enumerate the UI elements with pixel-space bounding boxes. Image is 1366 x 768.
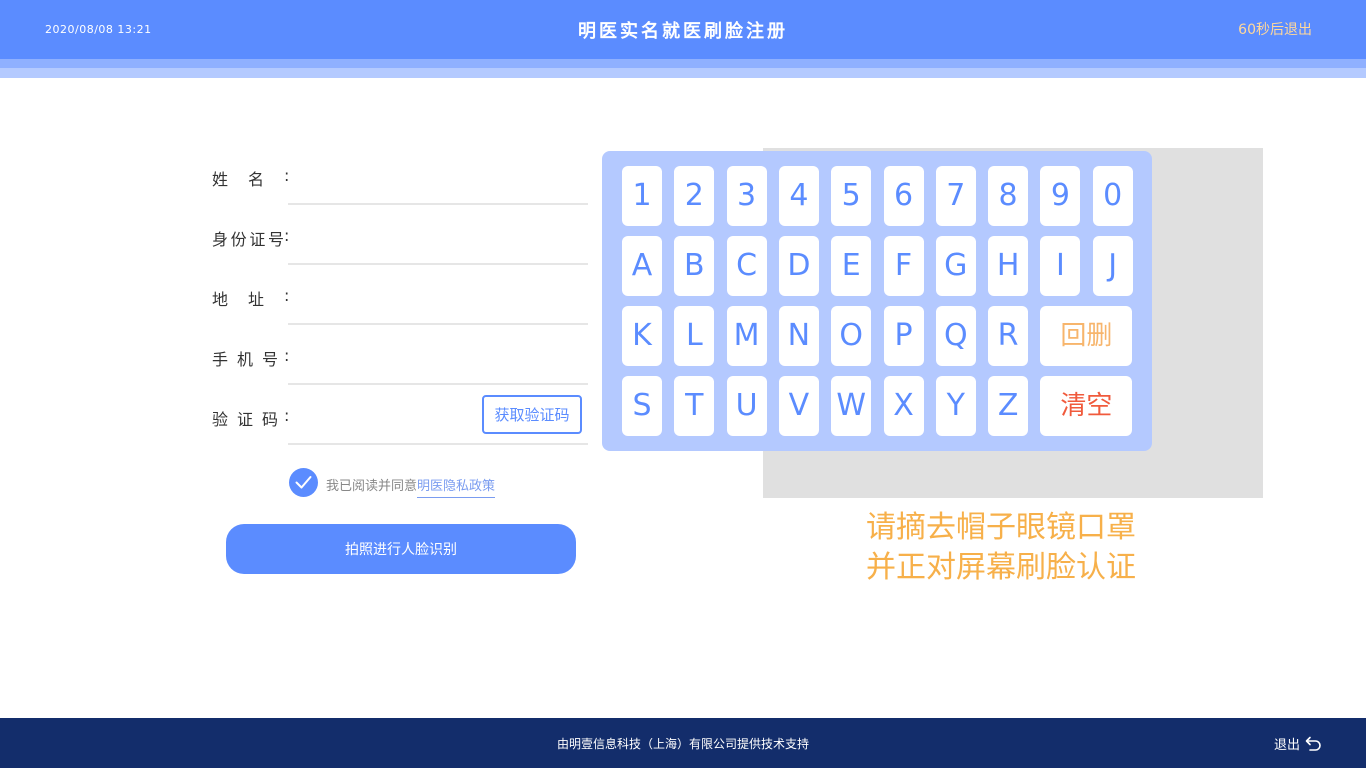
form-row-address: 地址 : <box>212 270 588 330</box>
id-label: 身份证号 <box>212 230 284 249</box>
code-underline <box>288 443 588 445</box>
return-arrow-icon <box>1305 736 1321 751</box>
header-stripe-light <box>0 68 1366 78</box>
face-recognition-button[interactable]: 拍照进行人脸识别 <box>226 524 576 574</box>
key-6[interactable]: 6 <box>883 166 924 226</box>
header-stripe-dark <box>0 59 1366 68</box>
form-row-id: 身份证号 : <box>212 210 588 270</box>
get-code-button[interactable]: 获取验证码 <box>482 395 582 434</box>
key-k[interactable]: K <box>622 306 662 366</box>
key-z[interactable]: Z <box>988 376 1029 436</box>
key-s[interactable]: S <box>622 376 662 436</box>
agreement-text: 我已阅读并同意明医隐私政策 <box>326 475 496 498</box>
form-row-name: 姓名 : <box>212 150 588 210</box>
agree-checkbox[interactable] <box>289 468 318 497</box>
key-4[interactable]: 4 <box>778 166 819 226</box>
key-c[interactable]: C <box>726 236 767 296</box>
address-input[interactable] <box>288 276 588 316</box>
key-p[interactable]: P <box>883 306 924 366</box>
verification-code-input[interactable] <box>288 396 478 436</box>
key-9[interactable]: 9 <box>1040 166 1081 226</box>
exit-button[interactable]: 退出 <box>1274 733 1322 753</box>
privacy-policy-link[interactable]: 明医隐私政策 <box>417 479 496 498</box>
key-0[interactable]: 0 <box>1092 166 1133 226</box>
countdown-exit: 60秒后退出 <box>1238 22 1312 38</box>
instruction-line-1: 请摘去帽子眼镜口罩 <box>866 510 1136 545</box>
key-y[interactable]: Y <box>935 376 976 436</box>
key-m[interactable]: M <box>726 306 767 366</box>
phone-label: 手机号 <box>212 350 278 369</box>
id-underline <box>288 263 588 265</box>
key-b[interactable]: B <box>674 236 715 296</box>
key-i[interactable]: I <box>1040 236 1081 296</box>
key-1[interactable]: 1 <box>622 166 662 226</box>
phone-input[interactable] <box>288 336 588 376</box>
key-h[interactable]: H <box>988 236 1029 296</box>
key-q[interactable]: Q <box>935 306 976 366</box>
agreement-prefix: 我已阅读并同意 <box>326 479 418 494</box>
key-5[interactable]: 5 <box>831 166 872 226</box>
key-3[interactable]: 3 <box>726 166 767 226</box>
header-bar: 2020/08/08 13:21 明医实名就医刷脸注册 60秒后退出 <box>0 0 1366 59</box>
instruction-line-2: 并正对屏幕刷脸认证 <box>866 550 1136 585</box>
key-f[interactable]: F <box>883 236 924 296</box>
support-text: 由明壹信息科技（上海）有限公司提供技术支持 <box>556 737 809 751</box>
address-label: 地址 <box>212 290 264 309</box>
key-r[interactable]: R <box>988 306 1029 366</box>
key-7[interactable]: 7 <box>935 166 976 226</box>
key-d[interactable]: D <box>778 236 819 296</box>
virtual-keyboard: 1 2 3 4 5 6 7 8 9 0 A B C D E F G H I J K L M N O P Q R S T U V W X Y Z 回删清空 <box>602 151 1152 451</box>
address-underline <box>288 323 588 325</box>
key-j[interactable]: J <box>1092 236 1133 296</box>
key-l[interactable]: L <box>674 306 715 366</box>
key-backspace[interactable]: 回删 <box>1040 306 1133 366</box>
form-row-phone: 手机号 : <box>212 330 588 390</box>
code-label: 验证码 <box>212 410 278 429</box>
key-g[interactable]: G <box>935 236 976 296</box>
name-underline <box>288 203 588 205</box>
phone-underline <box>288 383 588 385</box>
key-a[interactable]: A <box>622 236 662 296</box>
key-e[interactable]: E <box>831 236 872 296</box>
key-o[interactable]: O <box>831 306 872 366</box>
footer-bar: 由明壹信息科技（上海）有限公司提供技术支持 退出 <box>0 718 1366 768</box>
key-w[interactable]: W <box>831 376 872 436</box>
key-2[interactable]: 2 <box>674 166 715 226</box>
exit-label: 退出 <box>1274 737 1301 753</box>
name-label: 姓名 <box>212 170 264 189</box>
key-x[interactable]: X <box>883 376 924 436</box>
face-instructions: 请摘去帽子眼镜口罩 并正对屏幕刷脸认证 <box>866 508 1186 588</box>
name-input[interactable] <box>288 156 588 196</box>
key-n[interactable]: N <box>778 306 819 366</box>
id-number-input[interactable] <box>288 216 588 256</box>
page-title: 明医实名就医刷脸注册 <box>578 21 788 42</box>
key-u[interactable]: U <box>726 376 767 436</box>
key-t[interactable]: T <box>674 376 715 436</box>
key-8[interactable]: 8 <box>988 166 1029 226</box>
check-icon <box>295 476 312 489</box>
face-registration-page: 2020/08/08 13:21 明医实名就医刷脸注册 60秒后退出 姓名 : … <box>0 0 1366 768</box>
key-v[interactable]: V <box>778 376 819 436</box>
key-clear[interactable]: 清空 <box>1040 376 1133 436</box>
